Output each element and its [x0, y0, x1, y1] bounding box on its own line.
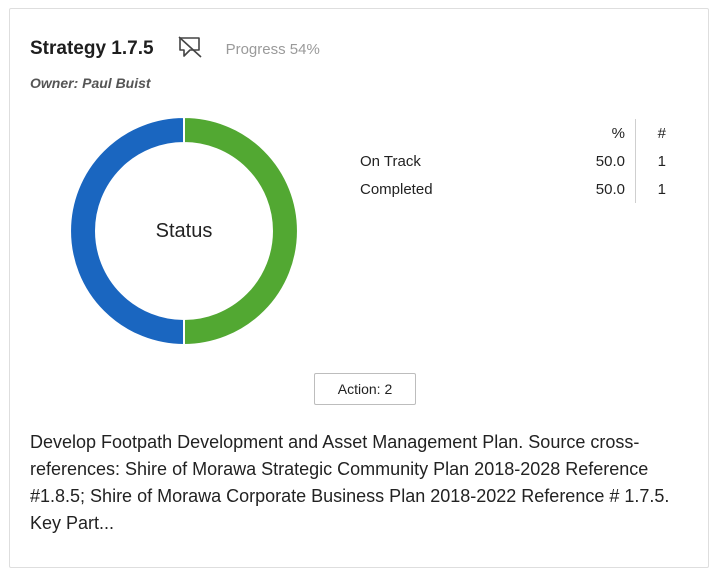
action-button[interactable]: Action: 2 — [314, 373, 416, 405]
stats-row-count: 1 — [657, 152, 666, 170]
stats-header-row: % # — [360, 119, 666, 147]
stats-header-percent: % — [550, 119, 636, 147]
stats-row-label: On Track — [360, 152, 421, 170]
stats-row-percent: 50.0 — [550, 147, 636, 175]
stats-header-count: # — [657, 124, 666, 142]
progress-text: Progress 54% — [225, 40, 320, 58]
stats-row-count: 1 — [657, 180, 666, 198]
comment-off-icon[interactable] — [176, 35, 204, 59]
strategy-card: Strategy 1.7.5 Progress 54% Owner: Paul … — [9, 8, 709, 568]
card-header: Strategy 1.7.5 Progress 54% — [30, 35, 320, 61]
status-donut-chart: Status — [68, 115, 300, 347]
owner-text: Owner: Paul Buist — [30, 75, 151, 91]
status-stats-table: % # On Track 50.0 1 Completed 50.0 1 — [360, 119, 666, 203]
strategy-description: Develop Footpath Development and Asset M… — [30, 432, 670, 533]
stats-row-percent: 50.0 — [550, 175, 636, 203]
stats-header-label — [360, 119, 550, 147]
stats-row-label: Completed — [360, 180, 433, 198]
stats-row: Completed 50.0 1 — [360, 175, 666, 203]
donut-slice-completed[interactable] — [69, 115, 185, 347]
donut-slice-on-track[interactable] — [183, 115, 299, 347]
stats-row: On Track 50.0 1 — [360, 147, 666, 175]
strategy-title[interactable]: Strategy 1.7.5 — [30, 38, 154, 60]
